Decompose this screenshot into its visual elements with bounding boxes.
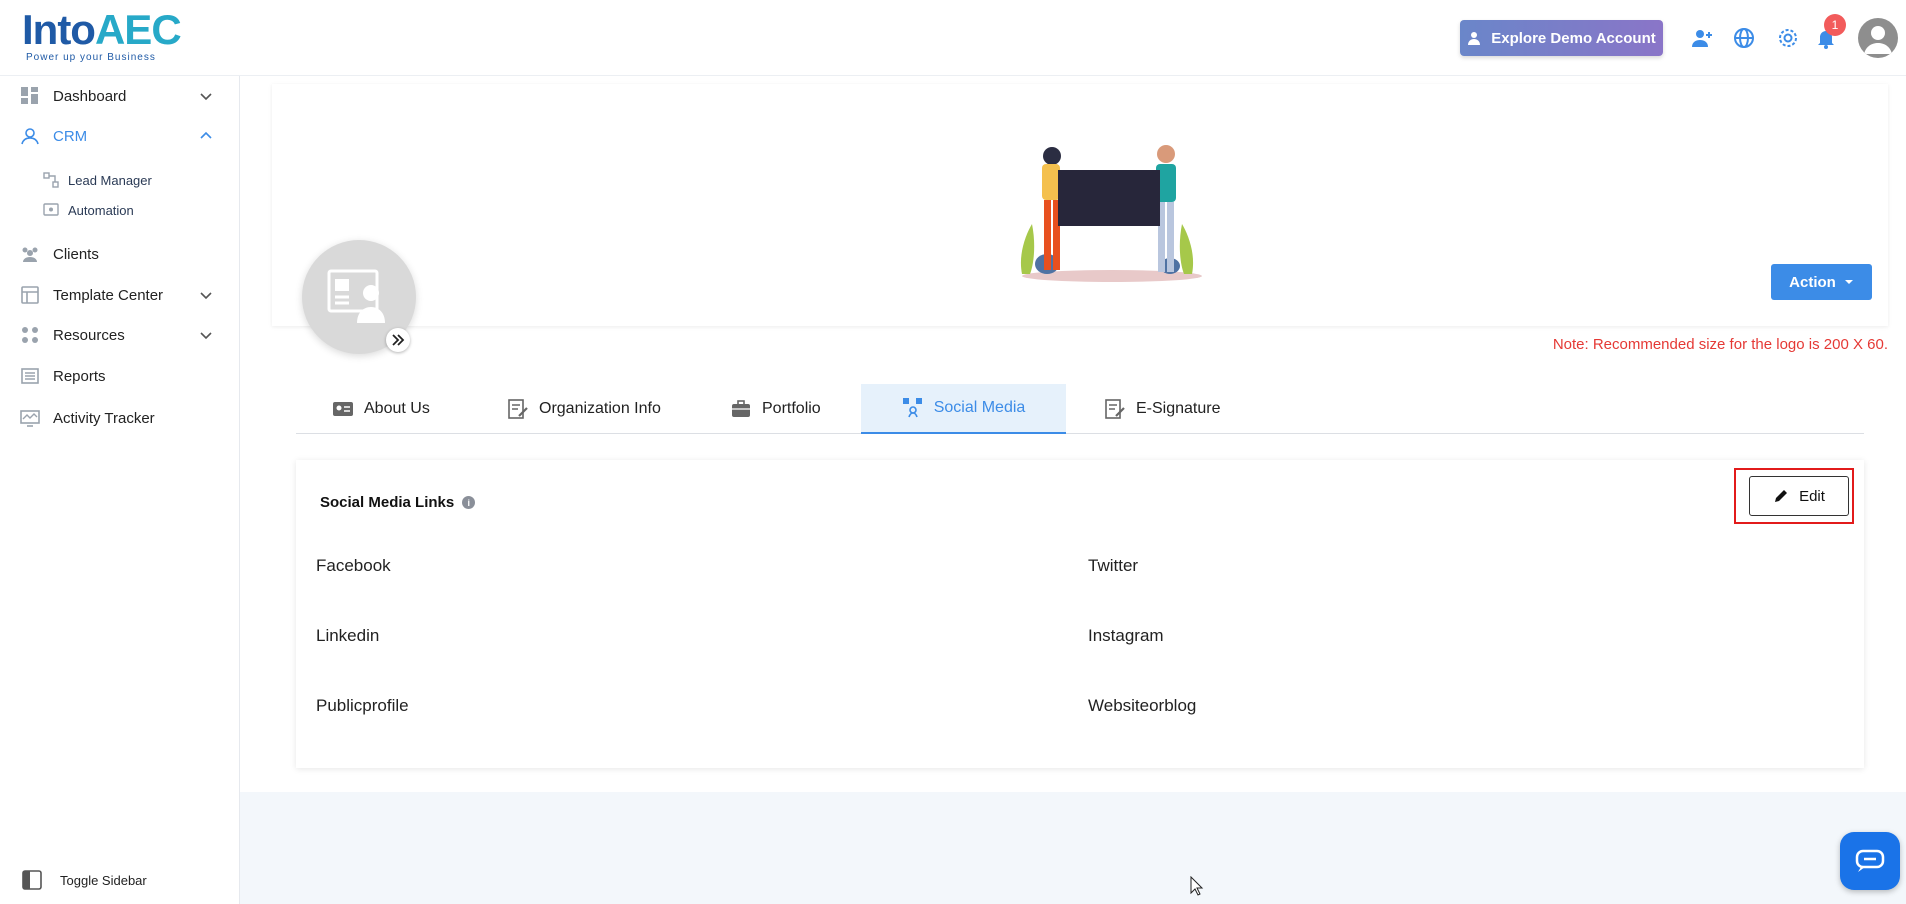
edit-button[interactable]: Edit	[1749, 476, 1849, 516]
tab-label: Organization Info	[539, 400, 661, 417]
logo-into: Into	[22, 6, 96, 53]
action-dropdown-button[interactable]: Action	[1771, 264, 1872, 300]
sidebar-item-dashboard[interactable]: Dashboard	[0, 78, 240, 114]
sidebar-item-label: Resources	[53, 326, 125, 344]
top-bar: IntoAEC Power up your Business Explore D…	[0, 0, 1906, 76]
tab-label: Portfolio	[762, 400, 821, 417]
edit-document-icon	[508, 399, 528, 419]
action-label: Action	[1789, 273, 1836, 291]
explore-demo-button[interactable]: Explore Demo Account	[1460, 20, 1663, 56]
sidebar-item-clients[interactable]: Clients	[0, 236, 240, 272]
explore-demo-label: Explore Demo Account	[1491, 29, 1656, 47]
publicprofile-label: Publicprofile	[316, 696, 409, 715]
tab-label: E-Signature	[1136, 400, 1221, 417]
expand-logo-button[interactable]	[386, 328, 410, 352]
card-title: Social Media Links	[320, 494, 455, 511]
tab-label: About Us	[364, 400, 430, 417]
logo-size-note: Note: Recommended size for the logo is 2…	[1552, 336, 1888, 353]
sidebar-item-label: Reports	[53, 367, 106, 385]
sidebar-toggle-icon	[22, 870, 42, 890]
sidebar-item-activity-tracker[interactable]: Activity Tracker	[0, 400, 240, 436]
tab-organization-info[interactable]: Organization Info	[491, 384, 677, 434]
add-user-icon[interactable]	[1690, 26, 1714, 50]
linkedin-label: Linkedin	[316, 626, 380, 645]
signature-icon	[1105, 399, 1125, 419]
social-media-icon	[902, 398, 922, 418]
chevron-up-icon	[200, 131, 212, 139]
social-media-title-row: Social Media Links i	[320, 494, 476, 511]
sidebar-item-label: CRM	[53, 127, 88, 145]
social-media-card: Social Media Links i Edit Facebook Twitt…	[296, 460, 1864, 768]
dashboard-icon	[21, 87, 38, 104]
clients-icon	[22, 247, 38, 262]
info-icon[interactable]: i	[462, 496, 476, 509]
id-card-icon	[333, 402, 353, 416]
sidebar: Dashboard CRM Lead Manager Automation Cl…	[0, 76, 240, 904]
edit-label: Edit	[1799, 487, 1825, 505]
toggle-sidebar-label: Toggle Sidebar	[60, 872, 147, 888]
profile-banner	[272, 84, 1888, 326]
chat-icon	[1855, 849, 1885, 872]
websiteorblog-label: Websiteorblog	[1088, 696, 1197, 715]
app-logo[interactable]: IntoAEC Power up your Business	[22, 8, 182, 64]
gear-icon[interactable]	[1776, 26, 1800, 50]
sidebar-item-label: Template Center	[53, 286, 164, 304]
facebook-label: Facebook	[316, 556, 391, 575]
sidebar-item-label: Dashboard	[53, 87, 127, 105]
sidebar-item-label: Clients	[53, 245, 99, 263]
avatar-icon	[1864, 26, 1892, 54]
sidebar-subitem-label: Automation	[68, 202, 134, 218]
lead-manager-icon	[43, 172, 59, 188]
tab-label: Social Media	[933, 399, 1026, 416]
instagram-label: Instagram	[1088, 626, 1164, 645]
user-avatar[interactable]	[1858, 18, 1898, 58]
tab-portfolio[interactable]: Portfolio	[714, 384, 837, 434]
sidebar-item-resources[interactable]: Resources	[0, 317, 240, 353]
notification-badge: 1	[1824, 14, 1846, 36]
sidebar-item-reports[interactable]: Reports	[0, 358, 240, 394]
toggle-sidebar-button[interactable]: Toggle Sidebar	[22, 870, 147, 890]
sidebar-item-crm[interactable]: CRM	[0, 118, 240, 154]
template-icon	[21, 286, 39, 304]
sidebar-subitem-automation[interactable]: Automation	[0, 196, 240, 224]
chevron-down-icon	[200, 93, 212, 101]
briefcase-icon	[732, 400, 750, 417]
sidebar-item-label: Activity Tracker	[53, 409, 155, 427]
activity-icon	[20, 410, 40, 427]
sidebar-item-template-center[interactable]: Template Center	[0, 277, 240, 313]
sidebar-subitem-label: Lead Manager	[68, 172, 152, 188]
logo-aec: AEC	[94, 6, 182, 53]
resources-icon	[22, 327, 38, 343]
automation-icon	[43, 203, 59, 216]
sidebar-subitem-lead-manager[interactable]: Lead Manager	[0, 166, 240, 194]
logo-wordmark: IntoAEC	[22, 8, 182, 52]
globe-icon[interactable]	[1732, 26, 1756, 50]
twitter-label: Twitter	[1088, 556, 1139, 575]
user-icon	[1468, 32, 1481, 45]
profile-card-icon	[327, 269, 385, 323]
crm-icon	[21, 128, 39, 145]
chevron-down-icon	[200, 332, 212, 340]
edit-highlight: Edit	[1734, 468, 1854, 524]
logo-tagline: Power up your Business	[26, 52, 156, 63]
tab-about-us[interactable]: About Us	[316, 384, 446, 434]
chat-support-button[interactable]	[1840, 832, 1900, 890]
banner-illustration	[1020, 145, 1202, 282]
mouse-cursor-icon	[1190, 876, 1204, 896]
tab-e-signature[interactable]: E-Signature	[1088, 384, 1237, 434]
reports-icon	[21, 368, 39, 384]
caret-down-icon	[1844, 280, 1853, 284]
double-chevron-right-icon	[392, 334, 405, 346]
tab-social-media[interactable]: Social Media	[861, 384, 1066, 434]
chevron-down-icon	[200, 292, 212, 300]
pencil-icon	[1775, 490, 1788, 502]
profile-tabs: About Us Organization Info Portfolio Soc…	[296, 384, 1864, 434]
